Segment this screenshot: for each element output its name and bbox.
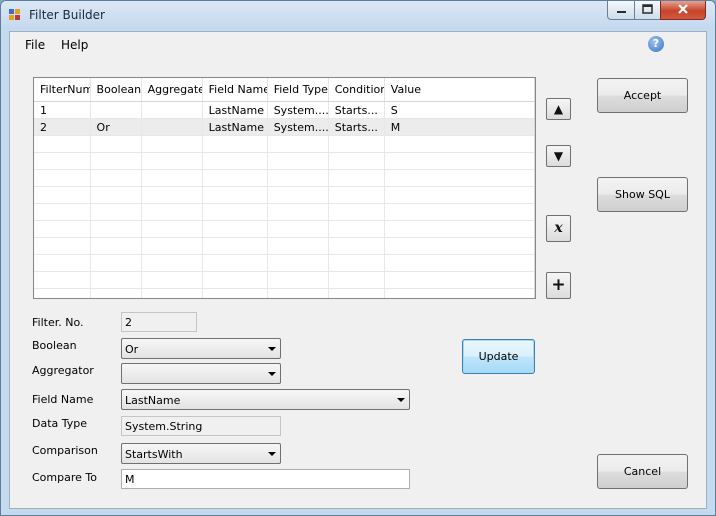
maximize-icon bbox=[642, 4, 653, 14]
empty-row bbox=[34, 271, 535, 289]
grid-cell[interactable]: M bbox=[384, 118, 535, 136]
boolean-select-value: Or bbox=[125, 343, 139, 356]
empty-row bbox=[34, 254, 535, 272]
grid-header-row: FilterNum Boolean Aggregate Field Name F… bbox=[34, 78, 535, 102]
close-icon bbox=[678, 4, 688, 14]
col-header[interactable]: Condition bbox=[328, 78, 385, 102]
maximize-button[interactable] bbox=[634, 1, 661, 20]
empty-row bbox=[34, 237, 535, 255]
grid-cell[interactable]: System.... bbox=[267, 118, 329, 136]
field-name-select-value: LastName bbox=[125, 394, 181, 407]
grid-cell[interactable]: Or bbox=[90, 118, 142, 136]
grid-cell[interactable]: LastName bbox=[202, 101, 268, 119]
delete-filter-button[interactable]: x bbox=[546, 215, 571, 242]
comparison-select-value: StartsWith bbox=[125, 448, 183, 461]
plus-icon: + bbox=[551, 275, 566, 295]
title-bar[interactable]: Filter Builder bbox=[1, 1, 715, 29]
move-down-button[interactable]: ▼ bbox=[546, 145, 571, 167]
empty-row bbox=[34, 169, 535, 187]
empty-row bbox=[34, 186, 535, 204]
grid-border-right bbox=[534, 78, 535, 298]
grid-cell[interactable] bbox=[141, 118, 203, 136]
col-header[interactable]: Field Type bbox=[267, 78, 329, 102]
grid-cell[interactable]: Starts... bbox=[328, 101, 385, 119]
chevron-down-icon bbox=[268, 372, 276, 376]
aggregator-label: Aggregator bbox=[32, 364, 94, 377]
table-row[interactable]: 1 LastName System.... Starts... S bbox=[34, 101, 535, 119]
filter-no-field: 2 bbox=[121, 312, 197, 332]
chevron-down-icon bbox=[397, 398, 405, 402]
grid-cell[interactable]: 2 bbox=[34, 118, 91, 136]
delete-icon: x bbox=[554, 220, 563, 236]
grid-cell[interactable] bbox=[141, 101, 203, 119]
grid-cell[interactable]: Starts... bbox=[328, 118, 385, 136]
field-name-label: Field Name bbox=[32, 393, 94, 406]
comparison-label: Comparison bbox=[32, 444, 98, 457]
menu-file[interactable]: File bbox=[25, 38, 45, 52]
compare-to-label: Compare To bbox=[32, 471, 97, 484]
data-type-label: Data Type bbox=[32, 417, 88, 430]
chevron-down-icon bbox=[268, 347, 276, 351]
menu-help[interactable]: Help bbox=[61, 38, 88, 52]
show-sql-button[interactable]: Show SQL bbox=[597, 177, 688, 212]
comparison-select[interactable]: StartsWith bbox=[121, 443, 281, 464]
window-title: Filter Builder bbox=[29, 8, 105, 22]
aggregator-select[interactable] bbox=[121, 363, 281, 384]
col-header[interactable]: Field Name bbox=[202, 78, 268, 102]
cancel-button[interactable]: Cancel bbox=[597, 454, 688, 489]
filter-no-label: Filter. No. bbox=[32, 316, 84, 329]
grid-cell[interactable]: S bbox=[384, 101, 535, 119]
filter-builder-window: Filter Builder File Help ? FilterNum Boo… bbox=[0, 0, 716, 516]
app-icon bbox=[9, 9, 21, 21]
minimize-icon bbox=[617, 11, 626, 13]
help-icon[interactable]: ? bbox=[648, 36, 664, 52]
empty-row bbox=[34, 288, 535, 298]
col-header[interactable]: FilterNum bbox=[34, 78, 91, 102]
chevron-down-icon bbox=[268, 452, 276, 456]
empty-row bbox=[34, 203, 535, 221]
down-arrow-icon: ▼ bbox=[553, 149, 564, 163]
grid-cell[interactable] bbox=[90, 101, 142, 119]
minimize-button[interactable] bbox=[607, 1, 635, 20]
boolean-select[interactable]: Or bbox=[121, 338, 281, 359]
boolean-label: Boolean bbox=[32, 339, 77, 352]
menu-bar: File Help ? bbox=[10, 32, 706, 56]
grid-cell[interactable]: LastName bbox=[202, 118, 268, 136]
grid-cell[interactable]: 1 bbox=[34, 101, 91, 119]
up-arrow-icon: ▲ bbox=[553, 102, 564, 116]
col-header[interactable]: Value bbox=[384, 78, 535, 102]
empty-row bbox=[34, 135, 535, 153]
table-row[interactable]: 2 Or LastName System.... Starts... M bbox=[34, 118, 535, 136]
col-header[interactable]: Boolean bbox=[90, 78, 142, 102]
move-up-button[interactable]: ▲ bbox=[546, 98, 571, 120]
accept-button[interactable]: Accept bbox=[597, 78, 688, 113]
data-type-field: System.String bbox=[121, 416, 281, 436]
compare-to-input[interactable]: M bbox=[121, 469, 410, 489]
client-area: File Help ? FilterNum Boolean Aggregate … bbox=[9, 31, 707, 509]
add-filter-button[interactable]: + bbox=[546, 272, 571, 299]
grid-cell[interactable]: System.... bbox=[267, 101, 329, 119]
col-header[interactable]: Aggregate bbox=[141, 78, 203, 102]
empty-row bbox=[34, 220, 535, 238]
field-name-select[interactable]: LastName bbox=[121, 389, 410, 410]
filter-grid[interactable]: FilterNum Boolean Aggregate Field Name F… bbox=[33, 77, 536, 299]
close-window-button[interactable] bbox=[660, 1, 706, 20]
empty-row bbox=[34, 152, 535, 170]
update-button[interactable]: Update bbox=[462, 339, 535, 374]
